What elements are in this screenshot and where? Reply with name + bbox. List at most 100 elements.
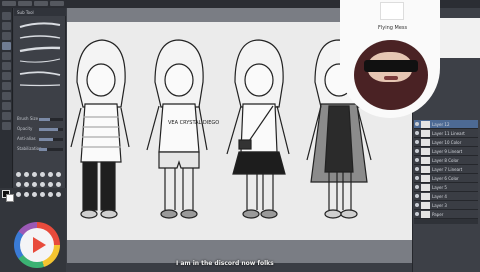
layer-name: Paper (432, 212, 444, 217)
layer-row[interactable]: Layer 3 (414, 201, 478, 210)
brush-size-dot[interactable] (32, 192, 37, 197)
layer-thumbnail (421, 166, 430, 173)
brush-size-dot[interactable] (48, 172, 53, 177)
selection-tool-icon[interactable] (2, 32, 11, 40)
eye-icon[interactable] (415, 212, 419, 216)
character-skirt (226, 39, 290, 219)
gradient-tool-icon[interactable] (2, 92, 11, 100)
eye-icon[interactable] (415, 194, 419, 198)
property-slider[interactable] (39, 128, 63, 131)
layer-thumbnail (421, 139, 430, 146)
brush-size-dot[interactable] (48, 182, 53, 187)
property-row[interactable]: Stabilization (17, 146, 63, 152)
layer-row[interactable]: Layer 12 (414, 120, 478, 129)
layer-thumbnail (421, 175, 430, 182)
brush-preset[interactable] (18, 80, 62, 90)
property-row[interactable]: Anti-alias (17, 136, 63, 142)
property-label: Anti-alias (17, 136, 36, 141)
brush-size-dot[interactable] (16, 192, 21, 197)
character-striped-shirt (70, 39, 130, 219)
layer-row[interactable]: Layer 6 Color (414, 174, 478, 183)
menu-item[interactable] (34, 1, 48, 6)
layer-row[interactable]: Layer 9 Lineart (414, 147, 478, 156)
brush-size-dot[interactable] (40, 182, 45, 187)
eye-icon[interactable] (415, 167, 419, 171)
eyedropper-tool-icon[interactable] (2, 122, 11, 130)
brush-preset[interactable] (18, 56, 62, 66)
brush-size-dot[interactable] (16, 172, 21, 177)
property-slider[interactable] (39, 118, 63, 121)
eye-icon[interactable] (415, 140, 419, 144)
eraser-tool-icon[interactable] (2, 72, 11, 80)
layer-thumbnail (421, 130, 430, 137)
brush-size-dot[interactable] (56, 172, 61, 177)
property-slider[interactable] (39, 138, 63, 141)
brush-preset[interactable] (18, 32, 62, 42)
brush-size-dot[interactable] (56, 182, 61, 187)
eye-icon[interactable] (415, 185, 419, 189)
layer-row[interactable]: Layer 8 Color (414, 156, 478, 165)
layer-name: Layer 11 Lineart (432, 131, 465, 136)
brush-size-dot[interactable] (40, 172, 45, 177)
layer-row[interactable]: Layer 10 Color (414, 138, 478, 147)
layer-row[interactable]: Layer 4 (414, 192, 478, 201)
pen-tool-icon[interactable] (2, 42, 11, 50)
sub-tool-header: Sub Tool (14, 8, 66, 16)
text-tool-icon[interactable] (2, 112, 11, 120)
figure-tool-icon[interactable] (2, 102, 11, 110)
menu-item[interactable] (2, 1, 16, 6)
brush-size-dot[interactable] (48, 192, 53, 197)
fill-tool-icon[interactable] (2, 82, 11, 90)
layer-name: Layer 12 (432, 122, 450, 127)
eye-icon[interactable] (415, 131, 419, 135)
webcam-overlay: Flying Mess (340, 0, 440, 118)
brush-size-dot[interactable] (40, 192, 45, 197)
eye-icon[interactable] (415, 149, 419, 153)
pencil-tool-icon[interactable] (2, 52, 11, 60)
stream-logo (14, 222, 60, 268)
play-icon (33, 237, 46, 253)
brush-preset[interactable] (18, 44, 62, 54)
brush-size-dot[interactable] (24, 172, 29, 177)
sub-color-swatch[interactable] (6, 194, 14, 202)
clip-studio-window: Sub Tool Brush Size Opacity Anti-alias S… (0, 0, 480, 272)
brush-preset[interactable] (18, 68, 62, 78)
tool-column (0, 8, 13, 188)
layer-row[interactable]: Layer 5 (414, 183, 478, 192)
stream-logo-inner (20, 228, 54, 262)
slider-fill (39, 118, 50, 121)
brush-size-dot[interactable] (56, 192, 61, 197)
brush-size-dot[interactable] (16, 182, 21, 187)
layer-thumbnail (421, 193, 430, 200)
layer-name: Layer 3 (432, 203, 447, 208)
menu-item[interactable] (50, 1, 64, 6)
property-row[interactable]: Brush Size (17, 116, 63, 122)
eye-icon[interactable] (415, 122, 419, 126)
property-label: Opacity (17, 126, 33, 131)
brush-size-dot[interactable] (32, 182, 37, 187)
move-tool-icon[interactable] (2, 22, 11, 30)
brush-size-dot[interactable] (32, 172, 37, 177)
layer-thumbnail (421, 211, 430, 218)
layer-thumbnail (421, 121, 430, 128)
property-row[interactable]: Opacity (17, 126, 63, 132)
brush-size-dot[interactable] (24, 192, 29, 197)
brush-preset[interactable] (18, 20, 62, 30)
menu-item[interactable] (18, 1, 32, 6)
layer-name: Layer 8 Color (432, 158, 459, 163)
shirt-print: VEA CRYSTAL DIEGO (168, 120, 219, 126)
slider-fill (39, 128, 59, 131)
zoom-tool-icon[interactable] (2, 12, 11, 20)
layer-row[interactable]: Layer 11 Lineart (414, 129, 478, 138)
eye-icon[interactable] (415, 158, 419, 162)
eye-icon[interactable] (415, 203, 419, 207)
property-slider[interactable] (39, 148, 63, 151)
layer-row[interactable]: Layer 7 Lineart (414, 165, 478, 174)
character-graphic-tee (146, 39, 208, 219)
brush-tool-icon[interactable] (2, 62, 11, 70)
brush-size-dot[interactable] (24, 182, 29, 187)
eye-icon[interactable] (415, 176, 419, 180)
layer-thumbnail (421, 184, 430, 191)
layer-name: Layer 7 Lineart (432, 167, 463, 172)
layer-row[interactable]: Paper (414, 210, 478, 219)
